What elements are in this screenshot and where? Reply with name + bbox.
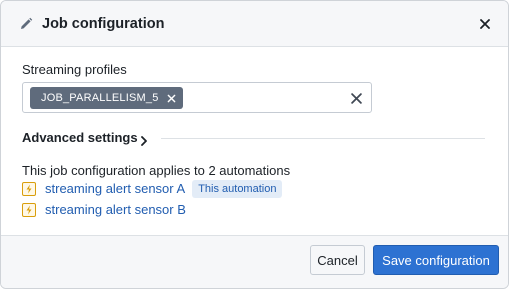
automation-item: streaming alert sensor A This automation (22, 180, 283, 198)
streaming-profiles-input[interactable]: JOB_PARALLELISM_5 (22, 82, 372, 113)
streaming-profiles-label: Streaming profiles (22, 62, 127, 77)
advanced-settings-toggle[interactable]: Advanced settings (22, 129, 485, 147)
automations-summary: This job configuration applies to 2 auto… (22, 163, 291, 178)
automation-link[interactable]: streaming alert sensor A (45, 181, 185, 197)
close-icon[interactable] (477, 16, 493, 32)
automation-icon (22, 182, 36, 196)
profile-tag: JOB_PARALLELISM_5 (30, 87, 183, 109)
pencil-icon (19, 17, 33, 31)
section-divider (161, 138, 485, 139)
automation-item: streaming alert sensor B (22, 201, 186, 219)
automation-link[interactable]: streaming alert sensor B (45, 202, 186, 218)
tag-remove-icon[interactable] (167, 93, 177, 103)
dialog-header: Job configuration (1, 1, 508, 47)
advanced-settings-label[interactable]: Advanced settings (22, 129, 138, 147)
job-configuration-dialog: Job configuration Streaming profiles JOB… (0, 0, 509, 289)
this-automation-badge: This automation (192, 180, 283, 198)
save-configuration-button[interactable]: Save configuration (373, 245, 499, 275)
clear-input-icon[interactable] (350, 92, 362, 104)
chevron-right-icon[interactable] (140, 133, 148, 146)
profile-tag-label: JOB_PARALLELISM_5 (41, 92, 159, 104)
dialog-title: Job configuration (42, 16, 165, 32)
dialog-footer: Cancel Save configuration (1, 235, 508, 288)
cancel-button[interactable]: Cancel (310, 245, 365, 275)
automation-icon (22, 203, 36, 217)
